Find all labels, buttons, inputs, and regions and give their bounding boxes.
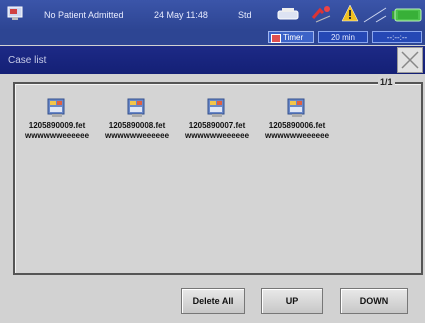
case-file-subtitle: wwwwwweeeeee <box>264 131 330 140</box>
case-file-name: 1205890006.fet <box>268 121 326 130</box>
window-title-bar: Case list <box>0 46 425 74</box>
timer-button[interactable]: Timer <box>268 31 314 43</box>
case-file-subtitle: wwwwwweeeeee <box>104 131 170 140</box>
timer-bar: Timer 20 min --:--:-- <box>0 30 425 45</box>
timer-value: 20 min <box>318 31 368 43</box>
case-file-subtitle: wwwwwweeeeee <box>184 131 250 140</box>
battery-icon <box>392 8 422 22</box>
case-file-name: 1205890007.fet <box>188 121 246 130</box>
down-button[interactable]: DOWN <box>340 288 408 314</box>
timer-label: Timer <box>283 33 304 42</box>
close-button[interactable] <box>397 47 423 73</box>
close-icon <box>401 51 419 69</box>
case-file-name: 1205890009.fet <box>28 121 86 130</box>
monitor-app-icon[interactable] <box>7 6 25 22</box>
page-indicator: 1/1 <box>378 77 395 87</box>
printer-icon <box>277 8 299 20</box>
patient-status: No Patient Admitted <box>44 10 124 20</box>
case-file-name: 1205890008.fet <box>108 121 166 130</box>
case-file-item[interactable]: 1205890006.fet wwwwwweeeeee <box>258 96 336 140</box>
case-file-icon <box>207 98 225 117</box>
transducer-icon <box>311 6 331 23</box>
case-file-icon <box>47 98 65 117</box>
case-file-item[interactable]: 1205890007.fet wwwwwweeeeee <box>178 96 256 140</box>
window-title: Case list <box>8 55 47 66</box>
case-file-item[interactable]: 1205890009.fet wwwwwweeeeee <box>18 96 96 140</box>
timer-clock: --:--:-- <box>372 31 422 43</box>
mode-indicator: Std <box>238 10 252 20</box>
date-time: 24 May 11:48 <box>154 10 208 20</box>
status-bar: No Patient Admitted 24 May 11:48 Std <box>0 0 425 30</box>
case-file-subtitle: wwwwwweeeeee <box>24 131 90 140</box>
delete-all-button[interactable]: Delete All <box>181 288 245 314</box>
timer-icon <box>271 34 281 43</box>
case-file-item[interactable]: 1205890008.fet wwwwwweeeeee <box>98 96 176 140</box>
signal-icon <box>363 7 387 23</box>
up-button[interactable]: UP <box>261 288 323 314</box>
case-file-icon <box>127 98 145 117</box>
warning-icon <box>341 4 359 22</box>
case-file-icon <box>287 98 305 117</box>
